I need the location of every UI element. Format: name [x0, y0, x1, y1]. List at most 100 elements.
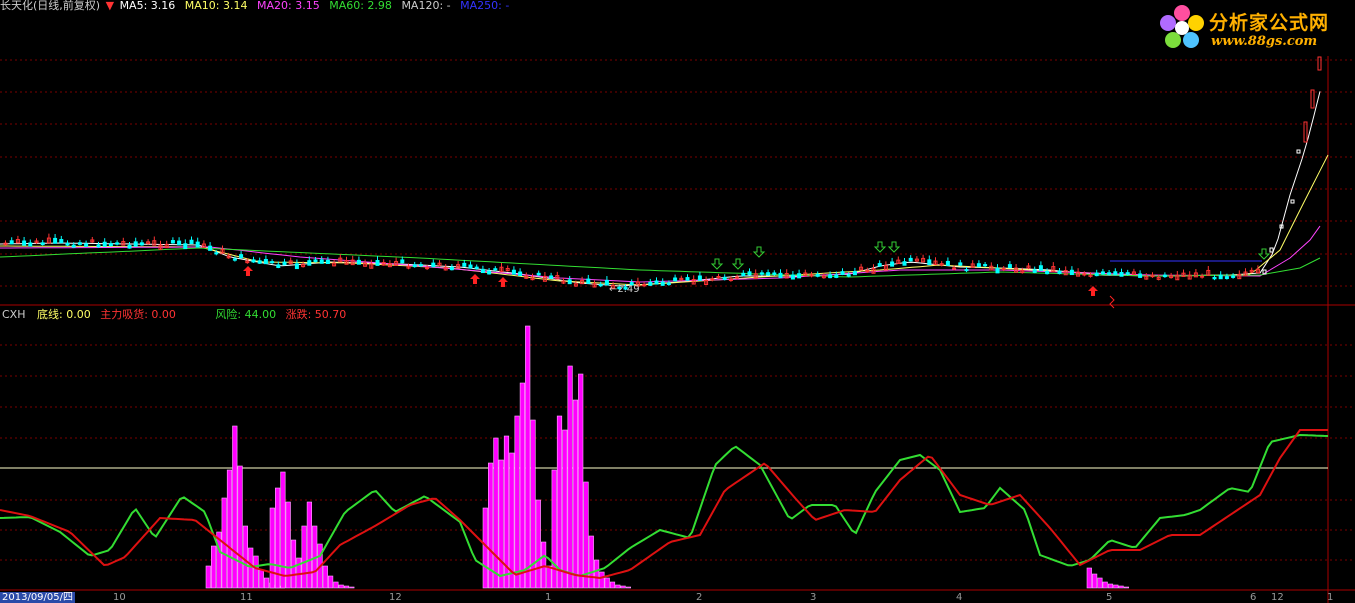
x-tick: 6 [1250, 592, 1257, 603]
candle-body [59, 239, 64, 244]
accumulation-bar [609, 581, 616, 589]
candle-body [834, 274, 839, 278]
signal-marker-icon [1109, 295, 1115, 309]
risk-label: 风险: 44.00 [215, 308, 277, 321]
candle-body [995, 267, 1000, 274]
ma120-label: MA120: - [401, 0, 451, 12]
candle-body [1107, 272, 1112, 275]
candle-body [1303, 121, 1308, 143]
accumulation-bar [509, 452, 515, 589]
candle-body [84, 243, 89, 247]
candle-body [518, 271, 523, 277]
accumulation-bar [604, 577, 610, 589]
candle-body [797, 273, 802, 279]
accumulation-bar [493, 437, 499, 589]
sell-arrow-icon [710, 258, 724, 270]
x-tick: 12 [1271, 592, 1284, 603]
candle-body [685, 277, 690, 281]
stock-title: 长天化(日线,前复权) [0, 0, 101, 12]
accumulation-bar [588, 535, 594, 589]
accumulation-bar [301, 525, 307, 589]
x-tick: 10 [113, 592, 126, 603]
accumulation-bar [535, 499, 541, 589]
candle-body [1007, 264, 1012, 269]
ma250-label: MA250: - [460, 0, 510, 12]
x-tick: 1 [1327, 592, 1334, 603]
x-tick: 11 [240, 592, 253, 603]
indicator-name: CXH [2, 308, 26, 321]
candle-body [133, 241, 138, 247]
accumulation-bar [1113, 584, 1119, 589]
x-tick: 4 [956, 592, 963, 603]
candle-body [1269, 247, 1274, 253]
candle-body [449, 266, 454, 271]
candle-body [400, 259, 405, 264]
accumulation-bar [333, 581, 339, 589]
accumulation-bar [514, 415, 520, 589]
candle-body [1162, 274, 1167, 278]
accumulation-bar [615, 584, 621, 589]
candle-body [1231, 275, 1236, 278]
accumulation-bar [599, 571, 605, 589]
sell-arrow-icon [1257, 248, 1271, 260]
candle-body [1032, 269, 1037, 273]
accumulation-bar [572, 399, 578, 589]
candle-body [1218, 274, 1223, 280]
accumulation-bar [338, 584, 344, 589]
accumulation-bar [248, 547, 254, 589]
accumulation-bar [327, 575, 334, 589]
accumulation-bar [519, 382, 525, 589]
candle-body [536, 272, 541, 276]
change-label: 涨跌: 50.70 [285, 308, 347, 321]
accumulation-label: 主力吸货: 0.00 [100, 308, 176, 321]
candle-body [747, 271, 752, 276]
candle-body [1310, 89, 1315, 109]
accumulation-bar [205, 565, 211, 589]
accumulation-bar [593, 559, 600, 589]
candle-body [1045, 270, 1050, 275]
ma5-label: MA5: 3.16 [119, 0, 176, 12]
candle-body [722, 276, 727, 281]
candle-body [257, 260, 262, 264]
accumulation-bar [625, 586, 631, 589]
accumulation-bar [551, 469, 557, 589]
x-tick: 2 [696, 592, 703, 603]
accumulation-bar [1118, 585, 1124, 589]
candle-body [766, 272, 771, 276]
stock-chart-canvas[interactable] [0, 0, 1355, 603]
accumulation-bar [232, 425, 238, 589]
candle-body [9, 240, 14, 245]
candle-body [487, 270, 492, 275]
candle-body [654, 280, 659, 285]
candle-body [741, 272, 746, 277]
change-line [0, 429, 1328, 580]
accumulation-bar [540, 541, 547, 589]
candle-body [239, 254, 244, 259]
candle-body [877, 263, 882, 267]
down-arrow-icon: ▼ [105, 0, 115, 12]
accumulation-bar [583, 481, 589, 589]
candle-body [115, 242, 120, 245]
candle-body [1100, 271, 1105, 275]
candle-body [815, 273, 820, 277]
candle-body [778, 272, 783, 279]
candle-body [189, 239, 194, 245]
candle-body [908, 257, 913, 262]
candle-body [567, 279, 572, 285]
candle-body [983, 264, 988, 267]
candle-body [270, 261, 275, 264]
accumulation-bar [258, 569, 264, 589]
candle-body [1057, 270, 1062, 275]
candle-body [282, 261, 287, 266]
indicator-legend: CXH 底线: 0.00 主力吸货: 0.00 风险: 44.00 涨跌: 50… [2, 309, 352, 321]
candle-body [1069, 269, 1074, 276]
accumulation-bar [322, 565, 328, 589]
candle-body [40, 242, 45, 246]
candle-body [549, 275, 554, 279]
candle-body [598, 283, 603, 287]
x-tick: 12 [389, 592, 402, 603]
candle-body [263, 258, 268, 265]
candle-body [790, 274, 795, 280]
x-tick: 3 [810, 592, 817, 603]
candle-body [313, 259, 318, 263]
